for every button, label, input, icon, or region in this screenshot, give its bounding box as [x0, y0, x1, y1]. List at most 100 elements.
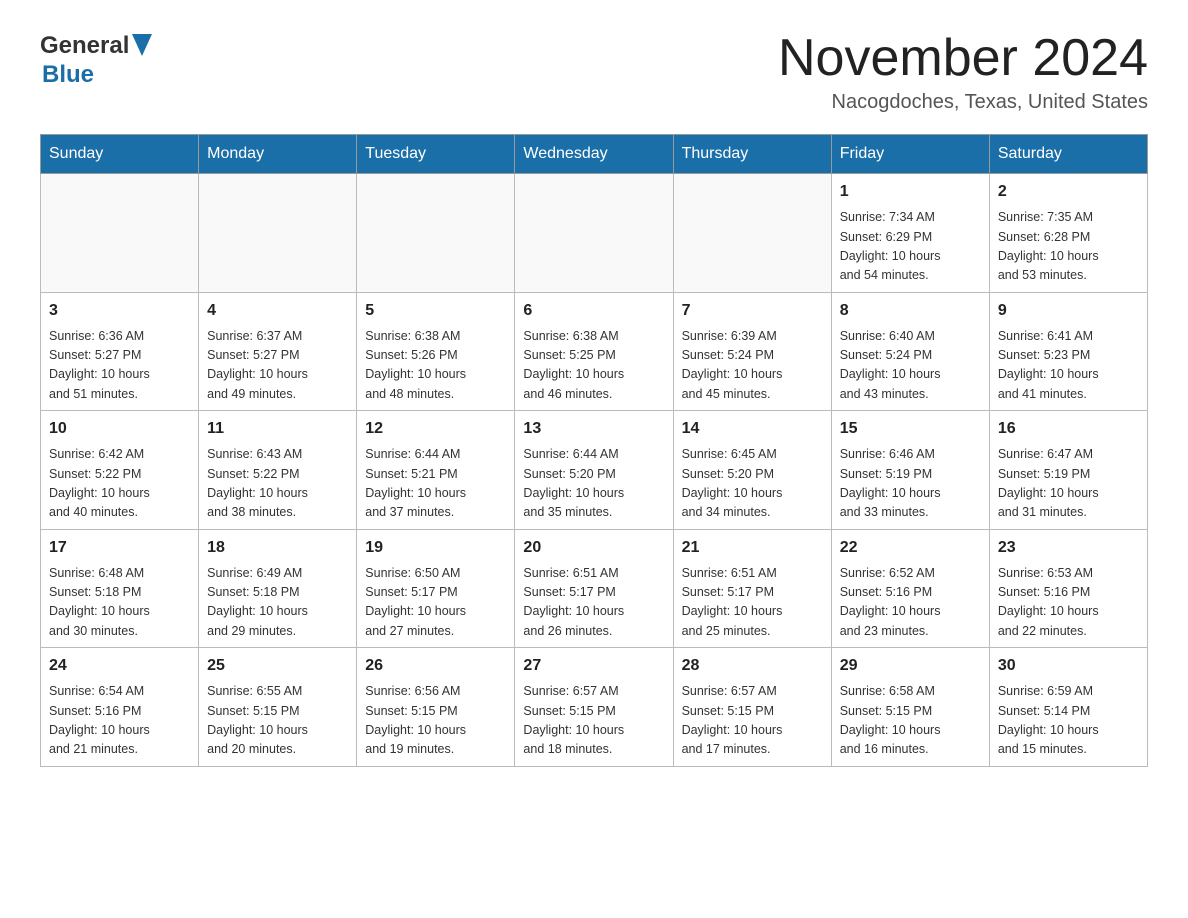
weekday-header-monday: Monday	[199, 135, 357, 174]
calendar-cell: 7 Sunrise: 6:39 AM Sunset: 5:24 PM Daylig…	[673, 292, 831, 411]
calendar-cell: 28 Sunrise: 6:57 AM Sunset: 5:15 PM Dayli…	[673, 648, 831, 767]
calendar-cell: 17 Sunrise: 6:48 AM Sunset: 5:18 PM Dayli…	[41, 529, 199, 648]
calendar-cell: 20Sunrise: 6:51 AM Sunset: 5:17 PM Dayli…	[515, 529, 673, 648]
day-number: 15	[840, 417, 981, 441]
logo: General Blue	[40, 30, 152, 89]
calendar-cell: 18 Sunrise: 6:49 AM Sunset: 5:18 PM Dayli…	[199, 529, 357, 648]
day-info: Sunrise: 6:57 AM Sunset: 5:15 PM Dayligh…	[682, 682, 823, 760]
day-info: Sunrise: 6:40 AM Sunset: 5:24 PM Dayligh…	[840, 327, 981, 405]
calendar-cell: 19 Sunrise: 6:50 AM Sunset: 5:17 PM Dayli…	[357, 529, 515, 648]
calendar-cell: 23 Sunrise: 6:53 AM Sunset: 5:16 PM Dayli…	[989, 529, 1147, 648]
month-title: November 2024	[778, 30, 1148, 87]
calendar-cell: 30 Sunrise: 6:59 AM Sunset: 5:14 PM Dayli…	[989, 648, 1147, 767]
day-number: 27	[523, 654, 664, 678]
day-number: 22	[840, 536, 981, 560]
day-info: Sunrise: 6:48 AM Sunset: 5:18 PM Dayligh…	[49, 564, 190, 642]
day-number: 8	[840, 299, 981, 323]
calendar-cell: 13 Sunrise: 6:44 AM Sunset: 5:20 PM Dayli…	[515, 411, 673, 530]
calendar-cell: 8 Sunrise: 6:40 AM Sunset: 5:24 PM Daylig…	[831, 292, 989, 411]
day-info: Sunrise: 7:34 AM Sunset: 6:29 PM Dayligh…	[840, 208, 981, 286]
calendar-cell: 26 Sunrise: 6:56 AM Sunset: 5:15 PM Dayli…	[357, 648, 515, 767]
calendar-week-1: 1Sunrise: 7:34 AM Sunset: 6:29 PM Daylig…	[41, 174, 1148, 293]
calendar-cell: 24Sunrise: 6:54 AM Sunset: 5:16 PM Dayli…	[41, 648, 199, 767]
day-number: 29	[840, 654, 981, 678]
day-number: 25	[207, 654, 348, 678]
calendar-cell	[357, 174, 515, 293]
weekday-header-saturday: Saturday	[989, 135, 1147, 174]
calendar-header-row: SundayMondayTuesdayWednesdayThursdayFrid…	[41, 135, 1148, 174]
day-number: 12	[365, 417, 506, 441]
calendar-cell: 25Sunrise: 6:55 AM Sunset: 5:15 PM Dayli…	[199, 648, 357, 767]
day-number: 26	[365, 654, 506, 678]
day-info: Sunrise: 6:50 AM Sunset: 5:17 PM Dayligh…	[365, 564, 506, 642]
day-number: 13	[523, 417, 664, 441]
day-info: Sunrise: 6:39 AM Sunset: 5:24 PM Dayligh…	[682, 327, 823, 405]
calendar-week-2: 3 Sunrise: 6:36 AM Sunset: 5:27 PM Daylig…	[41, 292, 1148, 411]
day-number: 5	[365, 299, 506, 323]
calendar-cell: 29 Sunrise: 6:58 AM Sunset: 5:15 PM Dayli…	[831, 648, 989, 767]
calendar-table: SundayMondayTuesdayWednesdayThursdayFrid…	[40, 134, 1148, 767]
day-info: Sunrise: 6:51 AM Sunset: 5:17 PM Dayligh…	[682, 564, 823, 642]
day-info: Sunrise: 6:59 AM Sunset: 5:14 PM Dayligh…	[998, 682, 1139, 760]
calendar-cell: 12 Sunrise: 6:44 AM Sunset: 5:21 PM Dayli…	[357, 411, 515, 530]
calendar-week-5: 24Sunrise: 6:54 AM Sunset: 5:16 PM Dayli…	[41, 648, 1148, 767]
day-info: Sunrise: 6:43 AM Sunset: 5:22 PM Dayligh…	[207, 445, 348, 523]
day-info: Sunrise: 6:42 AM Sunset: 5:22 PM Dayligh…	[49, 445, 190, 523]
day-number: 23	[998, 536, 1139, 560]
weekday-header-tuesday: Tuesday	[357, 135, 515, 174]
calendar-cell: 14 Sunrise: 6:45 AM Sunset: 5:20 PM Dayli…	[673, 411, 831, 530]
calendar-cell: 22 Sunrise: 6:52 AM Sunset: 5:16 PM Dayli…	[831, 529, 989, 648]
day-number: 28	[682, 654, 823, 678]
day-number: 14	[682, 417, 823, 441]
calendar-week-4: 17 Sunrise: 6:48 AM Sunset: 5:18 PM Dayli…	[41, 529, 1148, 648]
day-number: 16	[998, 417, 1139, 441]
calendar-week-3: 10 Sunrise: 6:42 AM Sunset: 5:22 PM Dayli…	[41, 411, 1148, 530]
day-number: 24	[49, 654, 190, 678]
day-number: 3	[49, 299, 190, 323]
weekday-header-wednesday: Wednesday	[515, 135, 673, 174]
day-info: Sunrise: 6:58 AM Sunset: 5:15 PM Dayligh…	[840, 682, 981, 760]
day-number: 19	[365, 536, 506, 560]
page-header: General Blue November 2024 Nacogdoches, …	[40, 30, 1148, 114]
day-number: 4	[207, 299, 348, 323]
logo-arrow-icon	[132, 34, 152, 61]
weekday-header-friday: Friday	[831, 135, 989, 174]
logo-blue-text: Blue	[42, 61, 94, 88]
day-number: 9	[998, 299, 1139, 323]
day-info: Sunrise: 6:51 AM Sunset: 5:17 PM Dayligh…	[523, 564, 664, 642]
calendar-cell: 10 Sunrise: 6:42 AM Sunset: 5:22 PM Dayli…	[41, 411, 199, 530]
day-info: Sunrise: 6:38 AM Sunset: 5:25 PM Dayligh…	[523, 327, 664, 405]
day-info: Sunrise: 6:52 AM Sunset: 5:16 PM Dayligh…	[840, 564, 981, 642]
calendar-cell: 3 Sunrise: 6:36 AM Sunset: 5:27 PM Daylig…	[41, 292, 199, 411]
weekday-header-sunday: Sunday	[41, 135, 199, 174]
day-info: Sunrise: 7:35 AM Sunset: 6:28 PM Dayligh…	[998, 208, 1139, 286]
day-number: 17	[49, 536, 190, 560]
day-info: Sunrise: 6:53 AM Sunset: 5:16 PM Dayligh…	[998, 564, 1139, 642]
location-text: Nacogdoches, Texas, United States	[778, 91, 1148, 114]
day-info: Sunrise: 6:56 AM Sunset: 5:15 PM Dayligh…	[365, 682, 506, 760]
calendar-cell: 21 Sunrise: 6:51 AM Sunset: 5:17 PM Dayli…	[673, 529, 831, 648]
day-number: 18	[207, 536, 348, 560]
logo-general-text: General	[40, 32, 129, 60]
day-number: 21	[682, 536, 823, 560]
day-info: Sunrise: 6:44 AM Sunset: 5:20 PM Dayligh…	[523, 445, 664, 523]
calendar-cell: 2 Sunrise: 7:35 AM Sunset: 6:28 PM Daylig…	[989, 174, 1147, 293]
calendar-cell: 16 Sunrise: 6:47 AM Sunset: 5:19 PM Dayli…	[989, 411, 1147, 530]
calendar-cell: 27 Sunrise: 6:57 AM Sunset: 5:15 PM Dayli…	[515, 648, 673, 767]
day-number: 10	[49, 417, 190, 441]
calendar-cell: 9Sunrise: 6:41 AM Sunset: 5:23 PM Daylig…	[989, 292, 1147, 411]
day-info: Sunrise: 6:45 AM Sunset: 5:20 PM Dayligh…	[682, 445, 823, 523]
day-info: Sunrise: 6:57 AM Sunset: 5:15 PM Dayligh…	[523, 682, 664, 760]
day-info: Sunrise: 6:44 AM Sunset: 5:21 PM Dayligh…	[365, 445, 506, 523]
day-info: Sunrise: 6:46 AM Sunset: 5:19 PM Dayligh…	[840, 445, 981, 523]
day-number: 7	[682, 299, 823, 323]
calendar-cell	[515, 174, 673, 293]
day-info: Sunrise: 6:49 AM Sunset: 5:18 PM Dayligh…	[207, 564, 348, 642]
weekday-header-thursday: Thursday	[673, 135, 831, 174]
day-number: 30	[998, 654, 1139, 678]
day-info: Sunrise: 6:47 AM Sunset: 5:19 PM Dayligh…	[998, 445, 1139, 523]
calendar-cell: 15 Sunrise: 6:46 AM Sunset: 5:19 PM Dayli…	[831, 411, 989, 530]
day-number: 2	[998, 180, 1139, 204]
calendar-cell: 11Sunrise: 6:43 AM Sunset: 5:22 PM Dayli…	[199, 411, 357, 530]
day-info: Sunrise: 6:36 AM Sunset: 5:27 PM Dayligh…	[49, 327, 190, 405]
